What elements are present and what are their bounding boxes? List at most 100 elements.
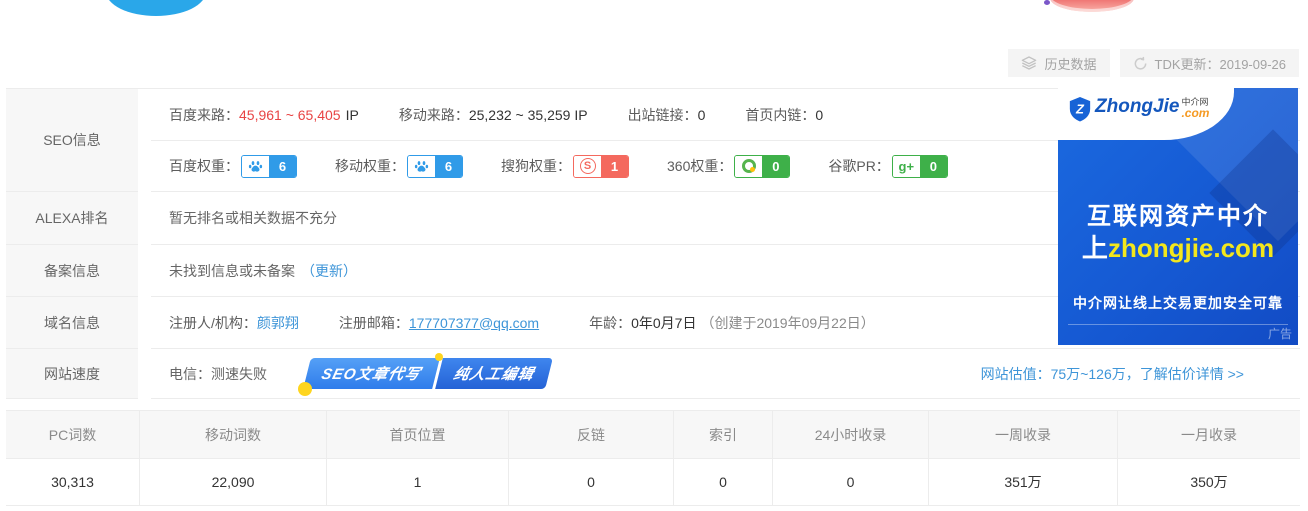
ad-slogan: 中介网让线上交易更加安全可靠 <box>1058 293 1298 313</box>
value-home-position: 1 <box>326 459 508 505</box>
brand-name: ZhongJie <box>1095 96 1179 118</box>
telecom-speed: 电信：测速失败 <box>169 364 267 384</box>
beian-value: 未找到信息或未备案 <box>169 261 295 281</box>
gutter <box>138 192 151 245</box>
site-valuation-link[interactable]: 网站估值：75万~126万，了解估价详情 >> <box>981 364 1244 384</box>
stats-header-row: PC词数 移动词数 首页位置 反链 索引 24小时收录 一周收录 一月收录 <box>6 411 1300 459</box>
weight-sogou: 搜狗权重： S 1 <box>501 155 629 178</box>
row-label-domain: 域名信息 <box>6 297 138 349</box>
google-plus-icon: g+ <box>893 156 920 177</box>
weight-360-value: 0 <box>762 156 789 177</box>
speed-content: 电信：测速失败 SEO文章代写 纯人工编辑 网站估值：75万~126万，了解估价… <box>151 349 1300 399</box>
ad-headline: 互联网资产中介 <box>1058 196 1298 231</box>
baidu-traffic-label: 百度来路： <box>169 105 239 125</box>
header-mobile-words: 移动词数 <box>139 411 326 459</box>
layers-icon <box>1021 55 1037 71</box>
weight-baidu-label: 百度权重： <box>169 156 239 176</box>
homelink-value: 0 <box>815 107 823 123</box>
weight-360-label: 360权重： <box>667 156 732 176</box>
weight-mobile-value: 6 <box>435 156 462 177</box>
header-month-collect: 一月收录 <box>1117 411 1300 459</box>
baidu-paw-icon <box>242 156 269 177</box>
beian-update-link[interactable]: （更新） <box>301 261 357 281</box>
outlink-value: 0 <box>698 107 706 123</box>
outlink-label: 出站链接： <box>628 105 698 125</box>
row-label-seo: SEO信息 <box>6 89 138 192</box>
topbar: 历史数据 TDK更新：2019-09-26 <box>1008 49 1299 77</box>
value-mobile-words: 22,090 <box>139 459 326 505</box>
seo-ad-right-label: 纯人工编辑 <box>435 358 553 389</box>
section-speed: 网站速度 电信：测速失败 SEO文章代写 纯人工编辑 网站估值：75万~126万… <box>6 349 1300 399</box>
email-link[interactable]: 177707377@qq.com <box>409 315 539 331</box>
weight-baidu-value: 6 <box>269 156 296 177</box>
baidu-paw-icon <box>408 156 435 177</box>
seo-writing-ad-badge[interactable]: SEO文章代写 纯人工编辑 <box>307 358 549 389</box>
gutter <box>138 89 151 192</box>
value-backlinks: 0 <box>508 459 673 505</box>
zhongjie-logo: Z ZhongJie 中介网 .com <box>1068 96 1209 127</box>
weight-mobile: 移动权重： 6 <box>335 155 463 178</box>
tdk-update-button[interactable]: TDK更新：2019-09-26 <box>1120 49 1300 77</box>
weight-mobile-badge[interactable]: 6 <box>407 155 463 178</box>
brand-side: 中介网 .com <box>1181 98 1209 119</box>
value-week-collect: 351万 <box>928 459 1117 505</box>
header-24h-collect: 24小时收录 <box>772 411 928 459</box>
age-value: 0年0月7日 <box>631 313 696 333</box>
alexa-value: 暂无排名或相关数据不充分 <box>169 208 337 228</box>
gutter <box>138 349 151 399</box>
value-pc-words: 30,313 <box>6 459 139 505</box>
yellow-dot <box>298 382 312 396</box>
weight-360: 360权重： 0 <box>667 155 790 178</box>
age-note: （创建于2019年09月22日） <box>700 313 874 333</box>
row-label-speed: 网站速度 <box>6 349 138 399</box>
ad-url-line: 上zhongjie.com <box>1058 228 1298 265</box>
ad-tag-label: 广告 <box>1268 325 1292 342</box>
value-index: 0 <box>673 459 772 505</box>
registrant-label: 注册人/机构： <box>169 313 257 333</box>
brand-com-label: .com <box>1181 107 1209 119</box>
shield-icon: Z <box>1068 96 1092 127</box>
stats-value-row: 30,313 22,090 1 0 0 0 351万 350万 <box>6 459 1300 505</box>
ad-separator <box>1068 324 1288 325</box>
row-label-beian: 备案信息 <box>6 245 138 297</box>
weight-sogou-value: 1 <box>601 156 628 177</box>
weight-baidu: 百度权重： 6 <box>169 155 297 178</box>
value-month-collect: 350万 <box>1117 459 1300 505</box>
baidu-traffic-unit: IP <box>346 107 359 123</box>
mobile-traffic-label: 移动来路： <box>399 105 469 125</box>
360-ring-icon <box>735 156 762 177</box>
registrant-link[interactable]: 颜郭翔 <box>257 313 299 333</box>
weight-baidu-badge[interactable]: 6 <box>241 155 297 178</box>
homelink-label: 首页内链： <box>745 105 815 125</box>
header-pc-words: PC词数 <box>6 411 139 459</box>
header-index: 索引 <box>673 411 772 459</box>
baidu-traffic-value: 45,961 ~ 65,405 <box>239 107 341 123</box>
ad-url-prefix: 上 <box>1082 233 1108 263</box>
top-left-logo-blob <box>106 0 206 16</box>
top-right-logo-blob <box>1050 0 1134 12</box>
header-week-collect: 一周收录 <box>928 411 1117 459</box>
top-right-dot <box>1044 0 1050 5</box>
keyword-stats-table: PC词数 移动词数 首页位置 反链 索引 24小时收录 一周收录 一月收录 30… <box>6 410 1300 506</box>
gutter <box>138 245 151 297</box>
mobile-traffic-value: 25,232 ~ 35,259 IP <box>469 107 588 123</box>
email-label: 注册邮箱： <box>339 313 409 333</box>
weight-mobile-label: 移动权重： <box>335 156 405 176</box>
seo-ad-left-label: SEO文章代写 <box>303 358 439 389</box>
weight-google: 谷歌PR： g+ 0 <box>828 155 947 178</box>
zhongjie-ad-banner[interactable]: Z ZhongJie 中介网 .com 互联网资产中介 上zhongjie.co… <box>1058 88 1298 345</box>
header-home-position: 首页位置 <box>326 411 508 459</box>
ad-url: zhongjie.com <box>1108 233 1274 263</box>
tdk-update-label: TDK更新：2019-09-26 <box>1155 54 1287 73</box>
header-backlinks: 反链 <box>508 411 673 459</box>
weight-google-value: 0 <box>920 156 947 177</box>
row-label-alexa: ALEXA排名 <box>6 192 138 245</box>
weight-360-badge[interactable]: 0 <box>734 155 790 178</box>
sogou-s-icon: S <box>574 156 601 177</box>
weight-google-label: 谷歌PR： <box>828 156 889 176</box>
weight-google-badge[interactable]: g+ 0 <box>892 155 948 178</box>
weight-sogou-badge[interactable]: S 1 <box>573 155 629 178</box>
history-data-label: 历史数据 <box>1044 54 1096 73</box>
svg-text:Z: Z <box>1075 101 1085 116</box>
history-data-button[interactable]: 历史数据 <box>1008 49 1109 77</box>
